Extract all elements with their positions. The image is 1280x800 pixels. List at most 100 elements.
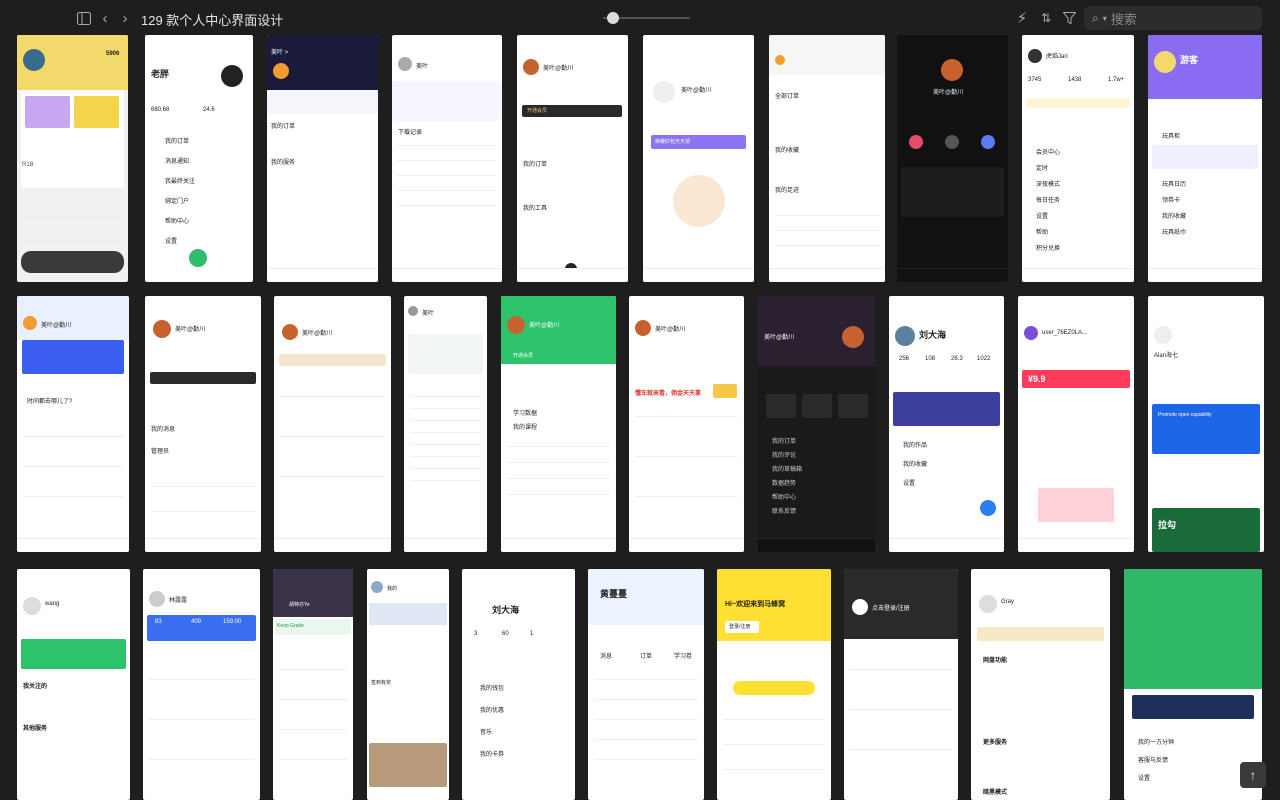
stat-value: 409 bbox=[191, 619, 202, 625]
grade-label: Keep Grade bbox=[277, 623, 304, 629]
menu-item: 订单 bbox=[640, 654, 653, 660]
menu-item: 玩具柜 bbox=[1162, 134, 1181, 140]
stat-value: 1.7w+ bbox=[1108, 77, 1125, 83]
design-thumbnail[interactable]: 虎焰Jari 3745 1438 1.7w+ 会员中心 定时 深夜模式 每日任务… bbox=[1022, 35, 1134, 282]
design-thumbnail[interactable]: 我的 签到有奖 bbox=[367, 569, 449, 800]
promo-banner: 懂车就来看，佣金天天拿 bbox=[635, 391, 702, 397]
design-thumbnail[interactable]: 黄蔓蔓 消息 订单 学习卷 bbox=[588, 569, 704, 800]
section-title: 我关注的 bbox=[23, 684, 48, 690]
design-thumbnail[interactable]: 全部订单 我的收藏 我的足迹 bbox=[769, 35, 885, 282]
profile-name: user_76EZ0LA... bbox=[1042, 330, 1088, 336]
section-title: 我的订单 bbox=[271, 124, 296, 130]
menu-item: 联系反馈 bbox=[772, 509, 797, 515]
design-thumbnail[interactable]: user_76EZ0LA... ¥9.9 bbox=[1018, 296, 1134, 552]
menu-item: 我的作品 bbox=[903, 443, 928, 449]
menu-item: 暗黑模式 bbox=[983, 790, 1008, 796]
design-thumbnail[interactable]: 林露露 83 409 159.00 bbox=[143, 569, 260, 800]
menu-item: 帮助中心 bbox=[772, 495, 797, 501]
profile-name: Alan海七 bbox=[1154, 353, 1179, 359]
stat-value: 3 bbox=[474, 631, 478, 637]
menu-item: 签到有奖 bbox=[371, 680, 392, 686]
stat-value: 680.68 bbox=[151, 107, 170, 113]
profile-name: 黄蔓蔓 bbox=[600, 589, 628, 599]
design-thumbnail[interactable]: 刘大海 256 108 26.3 1022 我的作品 我的收藏 设置 bbox=[889, 296, 1004, 552]
menu-item: 学习卷 bbox=[674, 654, 693, 660]
design-thumbnail[interactable]: 老胖 680.68 24.6 我的订单 消息通知 我最终关注 绑定门户 帮助中心… bbox=[145, 35, 253, 282]
section-title: 我的消息 bbox=[151, 427, 176, 433]
design-thumbnail[interactable]: 美叶@勤川 我的消息 管理员 bbox=[145, 296, 261, 552]
menu-item: 积分兑换 bbox=[1036, 246, 1061, 252]
profile-name: 美叶 > bbox=[271, 50, 289, 56]
menu-item: 我的钱包 bbox=[480, 686, 505, 692]
profile-name: 美叶@勤川 bbox=[529, 323, 560, 329]
design-thumbnail[interactable]: 美叶 下载记录 bbox=[392, 35, 502, 282]
profile-name: 美叶@勤川 bbox=[41, 323, 72, 329]
menu-item: 玩具日历 bbox=[1162, 182, 1187, 188]
design-thumbnail[interactable]: Hi~欢迎来到马蜂窝 登录/注册 bbox=[717, 569, 831, 800]
profile-name: 游客 bbox=[1180, 55, 1199, 65]
stat-value: 24.6 bbox=[203, 107, 215, 113]
design-thumbnail[interactable]: 美叶@勤川 荣耀红包天天领 bbox=[643, 35, 754, 282]
menu-item: 消息通知 bbox=[165, 159, 190, 165]
section-title: 全部订单 bbox=[775, 94, 800, 100]
section-title: 网盘功能 bbox=[983, 658, 1008, 664]
design-thumbnail[interactable]: 胡特亦Ye Keep Grade bbox=[273, 569, 353, 800]
menu-item: 设置 bbox=[903, 481, 916, 487]
menu-item: 领券卡 bbox=[1162, 198, 1181, 204]
profile-name: 美叶@勤川 bbox=[681, 88, 712, 94]
section-title: 我的服务 bbox=[271, 160, 296, 166]
feature-card-title: Promote open capability bbox=[1158, 412, 1212, 418]
menu-item: 我的订单 bbox=[772, 439, 797, 445]
design-thumbnail[interactable]: 美叶 > 我的订单 我的服务 bbox=[267, 35, 378, 282]
design-thumbnail[interactable]: 美叶@勤川 bbox=[274, 296, 391, 552]
profile-name: 胡特亦Ye bbox=[289, 602, 310, 608]
stat-value: 1022 bbox=[977, 356, 991, 362]
menu-item: 我的草稿箱 bbox=[772, 467, 803, 473]
profile-name: 美叶 bbox=[416, 64, 429, 70]
menu-item: 我最终关注 bbox=[165, 179, 196, 185]
login-prompt: 点击登录/注册 bbox=[872, 606, 910, 612]
welcome-banner: Hi~欢迎来到马蜂窝 bbox=[725, 601, 786, 608]
login-button: 登录/注册 bbox=[729, 624, 751, 630]
design-thumbnail[interactable]: wang 我关注的 其他服务 bbox=[17, 569, 130, 800]
menu-item: 数据趋势 bbox=[772, 481, 797, 487]
arrow-up-icon[interactable]: ↑ bbox=[1240, 762, 1266, 788]
section-title: 更多服务 bbox=[983, 740, 1008, 746]
profile-label: R1B bbox=[22, 162, 34, 168]
menu-item: 客服与反馈 bbox=[1138, 758, 1169, 764]
profile-name: 美叶@勤川 bbox=[302, 331, 333, 337]
design-thumbnail[interactable]: 游客 玩具柜 玩具日历 领券卡 我的收藏 玩具纸巾 bbox=[1148, 35, 1262, 282]
design-thumbnail[interactable]: 点击登录/注册 bbox=[844, 569, 958, 800]
design-thumbnail[interactable]: Alan海七 Promote open capability 拉勾 bbox=[1148, 296, 1264, 552]
design-thumbnail[interactable]: 美叶@勤川 时间都去哪儿了? bbox=[17, 296, 129, 552]
menu-item: 下载记录 bbox=[398, 130, 423, 136]
profile-name: 美叶@勤川 bbox=[543, 66, 574, 72]
profile-name: 老胖 bbox=[151, 69, 170, 79]
design-thumbnail[interactable]: 5906 R1B bbox=[17, 35, 128, 282]
design-thumbnail[interactable]: 美叶@勤川 开通会员 我的订单 我的工具 bbox=[517, 35, 628, 282]
stat-value: 1438 bbox=[1068, 77, 1082, 83]
profile-name: 林露露 bbox=[169, 598, 188, 604]
menu-item: 我的一方分钟 bbox=[1138, 740, 1175, 746]
menu-item: 定时 bbox=[1036, 166, 1049, 172]
profile-name: 刘大海 bbox=[919, 330, 947, 340]
stat-value: 26.3 bbox=[951, 356, 963, 362]
design-thumbnail[interactable]: 美叶@勤川 开通会员 学习数据 我的课程 bbox=[501, 296, 616, 552]
profile-name: 美叶@勤川 bbox=[764, 335, 795, 341]
design-thumbnail[interactable]: Gray 网盘功能 更多服务 暗黑模式 bbox=[971, 569, 1110, 800]
design-thumbnail[interactable]: 美叶 bbox=[404, 296, 487, 552]
design-thumbnail[interactable]: 刘大海 3 60 1 我的钱包 我的优惠 音乐 我的卡券 bbox=[462, 569, 575, 800]
stat-value: 83 bbox=[155, 619, 162, 625]
section-title: 我的工具 bbox=[523, 206, 548, 212]
menu-item: 深夜模式 bbox=[1036, 182, 1061, 188]
design-thumbnail[interactable]: 美叶@勤川 懂车就来看，佣金天天拿 bbox=[629, 296, 744, 552]
profile-name: 虎焰Jari bbox=[1046, 54, 1068, 60]
stat-value: 108 bbox=[925, 356, 936, 362]
menu-item: 会员中心 bbox=[1036, 150, 1061, 156]
thumbnail-grid: 5906 R1B 老胖 680.68 24.6 我的订单 消息通知 我最终关注 … bbox=[0, 0, 1280, 800]
design-thumbnail[interactable]: 美叶@勤川 我的订单 我的评论 我的草稿箱 数据趋势 帮助中心 联系反馈 bbox=[758, 296, 875, 552]
menu-item: 设置 bbox=[1138, 776, 1151, 782]
section-title: 我的订单 bbox=[523, 162, 548, 168]
design-thumbnail[interactable]: 美叶@勤川 bbox=[897, 35, 1008, 282]
stat-value: 256 bbox=[899, 356, 910, 362]
